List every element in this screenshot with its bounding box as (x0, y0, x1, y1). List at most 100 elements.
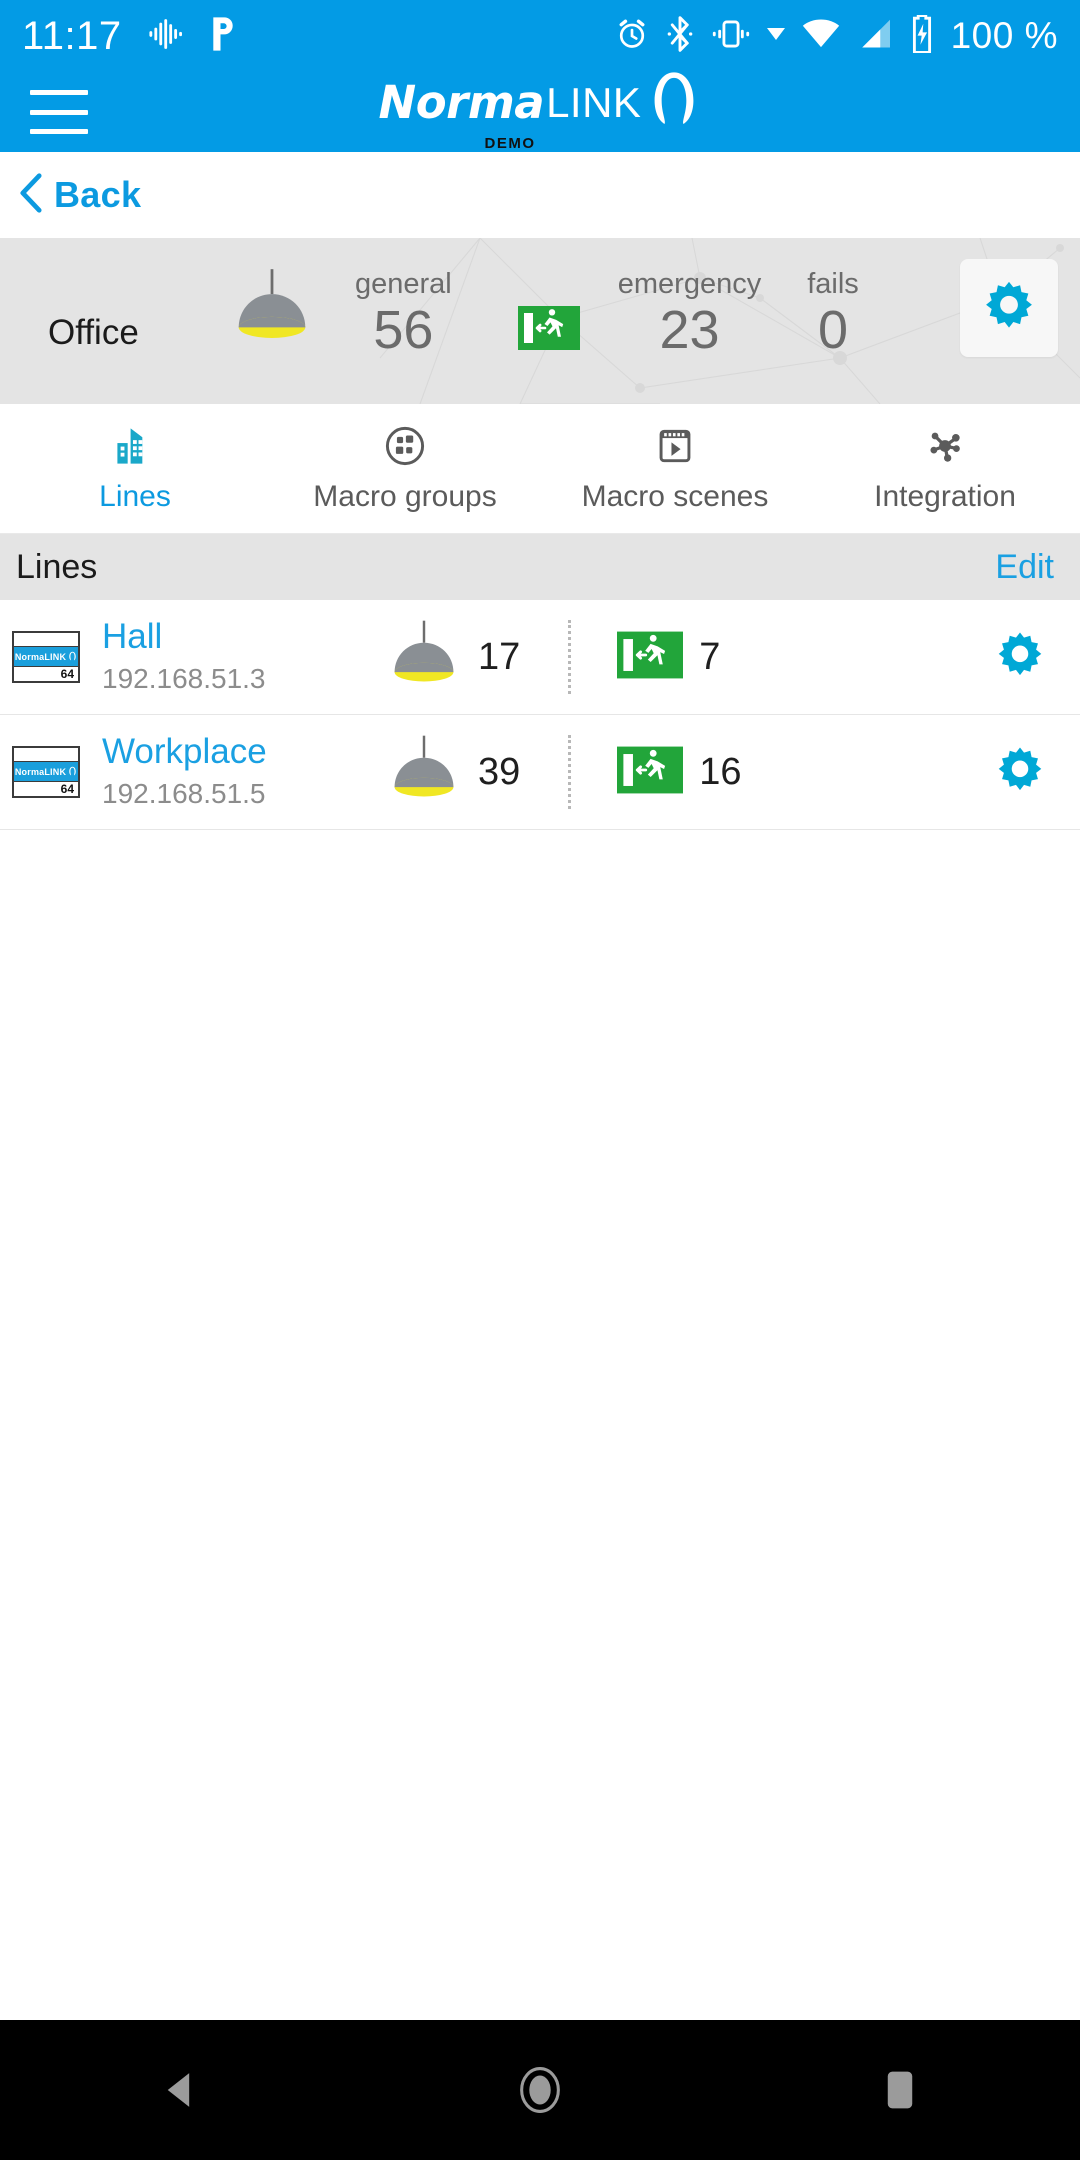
line-emergency-count-value: 16 (699, 750, 742, 793)
pendant-lamp-icon (229, 266, 315, 357)
back-label: Back (54, 174, 142, 215)
device-thumbnail-band: NormaLINK (14, 647, 78, 666)
arch-logo-icon (68, 766, 77, 778)
summary-metric-fails: fails 0 (807, 268, 859, 360)
pandora-p-icon (208, 16, 238, 57)
vibrate-icon (711, 17, 751, 56)
status-bar-right: 100 % (615, 13, 1058, 58)
recents-square-icon[interactable] (830, 2020, 970, 2160)
tab-macro-scenes-label: Macro scenes (581, 479, 769, 513)
alarm-clock-icon (615, 17, 649, 56)
tab-macro-scenes[interactable]: Macro scenes (540, 404, 810, 533)
row-divider (568, 620, 572, 694)
tab-macro-groups-label: Macro groups (313, 479, 497, 513)
lines-section-title: Lines (16, 547, 98, 586)
gear-icon (981, 278, 1037, 339)
tab-bar: Lines Macro groups Macro scenes Integrat… (0, 404, 1080, 534)
summary-metric-emergency-label: emergency (617, 268, 762, 301)
summary-metric-fails-label: fails (807, 268, 859, 301)
brand-subtitle-label: DEMO (484, 135, 536, 152)
status-bar-left: 11:17 (22, 16, 238, 57)
gear-icon (994, 629, 1046, 686)
tab-integration[interactable]: Integration (810, 404, 1080, 533)
status-clock: 11:17 (22, 14, 122, 58)
back-button[interactable]: Back (0, 152, 1080, 238)
line-info: Workplace 192.168.51.5 (102, 731, 360, 813)
line-general-count-value: 17 (478, 635, 521, 678)
summary-inner: Office general 56 emergency 23 fails 0 (0, 259, 1080, 383)
summary-metric-general-label: general (355, 268, 452, 301)
device-thumbnail-number: 64 (14, 781, 78, 796)
line-settings-button[interactable] (978, 730, 1062, 814)
arch-logo-icon (68, 651, 77, 663)
line-emergency-count: 7 (617, 631, 720, 684)
wifi-icon (801, 17, 841, 56)
app-brand-row: Norma LINK (379, 72, 702, 133)
arch-logo-icon (647, 68, 701, 133)
tab-macro-groups[interactable]: Macro groups (270, 404, 540, 533)
device-thumbnail-icon: NormaLINK 64 (12, 746, 80, 798)
line-emergency-count-value: 7 (699, 635, 721, 678)
pendant-lamp-icon (386, 618, 462, 697)
table-row[interactable]: NormaLINK 64 Hall 192.168.51.3 17 7 (0, 600, 1080, 715)
row-divider (568, 735, 572, 809)
summary-metric-emergency-value: 23 (659, 300, 720, 360)
line-name-label[interactable]: Workplace (102, 731, 360, 772)
line-emergency-count: 16 (617, 746, 742, 799)
line-ip-label: 192.168.51.5 (102, 778, 266, 810)
cellular-signal-icon (857, 17, 893, 56)
emergency-exit-icon (617, 631, 684, 684)
summary-panel: Office general 56 emergency 23 fails 0 (0, 238, 1080, 404)
chevron-left-icon (18, 172, 44, 218)
home-circle-icon[interactable] (470, 2020, 610, 2160)
summary-metric-general-value: 56 (373, 300, 434, 360)
lines-list: NormaLINK 64 Hall 192.168.51.3 17 7 Norm… (0, 600, 1080, 2020)
tab-lines[interactable]: Lines (0, 404, 270, 533)
macro-groups-icon (383, 424, 427, 468)
summary-metric-fails-value: 0 (817, 300, 849, 360)
device-thumbnail-brand-label: NormaLINK (14, 766, 67, 777)
summary-metric-fails-body: fails 0 (807, 268, 859, 360)
line-settings-button[interactable] (978, 615, 1062, 699)
back-triangle-icon[interactable] (110, 2020, 250, 2160)
line-general-count: 39 (386, 733, 520, 812)
status-bar: 11:17 100 % (0, 0, 1080, 72)
line-ip-label: 192.168.51.3 (102, 663, 266, 695)
summary-settings-button[interactable] (960, 259, 1058, 357)
app-root: 11:17 100 % Norma LINK DEMO Back Office … (0, 0, 1080, 2160)
edit-button[interactable]: Edit (995, 548, 1054, 587)
emergency-exit-icon (517, 306, 580, 357)
tab-integration-label: Integration (874, 479, 1016, 513)
device-thumbnail-top (14, 748, 78, 762)
hamburger-menu-icon[interactable] (30, 90, 88, 134)
line-general-count-value: 39 (478, 750, 521, 793)
buildings-icon (113, 424, 157, 468)
device-thumbnail-brand-label: NormaLINK (14, 651, 67, 662)
line-general-count: 17 (386, 618, 520, 697)
summary-metric-emergency-body: emergency 23 (617, 268, 762, 360)
summary-metric-general: general 56 (229, 266, 452, 357)
line-info: Hall 192.168.51.3 (102, 616, 360, 698)
macro-scenes-icon (653, 424, 697, 468)
line-name-label[interactable]: Hall (102, 616, 360, 657)
app-bar: Norma LINK DEMO (0, 72, 1080, 152)
equalizer-icon (148, 17, 182, 56)
device-thumbnail-number: 64 (14, 666, 78, 681)
summary-title: Office (48, 313, 139, 352)
android-nav-bar (0, 2020, 1080, 2160)
dropdown-caret-icon (766, 26, 785, 47)
tab-lines-label: Lines (99, 479, 171, 513)
summary-metric-general-body: general 56 (355, 268, 452, 360)
battery-percent-label: 100 % (950, 15, 1058, 56)
emergency-exit-icon (617, 746, 684, 799)
app-brand: Norma LINK DEMO (379, 72, 702, 152)
device-thumbnail-band: NormaLINK (14, 762, 78, 781)
brand-secondary-label: LINK (546, 78, 642, 126)
pendant-lamp-icon (386, 733, 462, 812)
network-nodes-icon (923, 424, 967, 468)
gear-icon (994, 744, 1046, 801)
device-thumbnail-icon: NormaLINK 64 (12, 631, 80, 683)
battery-charging-icon (909, 13, 935, 58)
bluetooth-icon (665, 15, 695, 57)
table-row[interactable]: NormaLINK 64 Workplace 192.168.51.5 39 1… (0, 715, 1080, 830)
